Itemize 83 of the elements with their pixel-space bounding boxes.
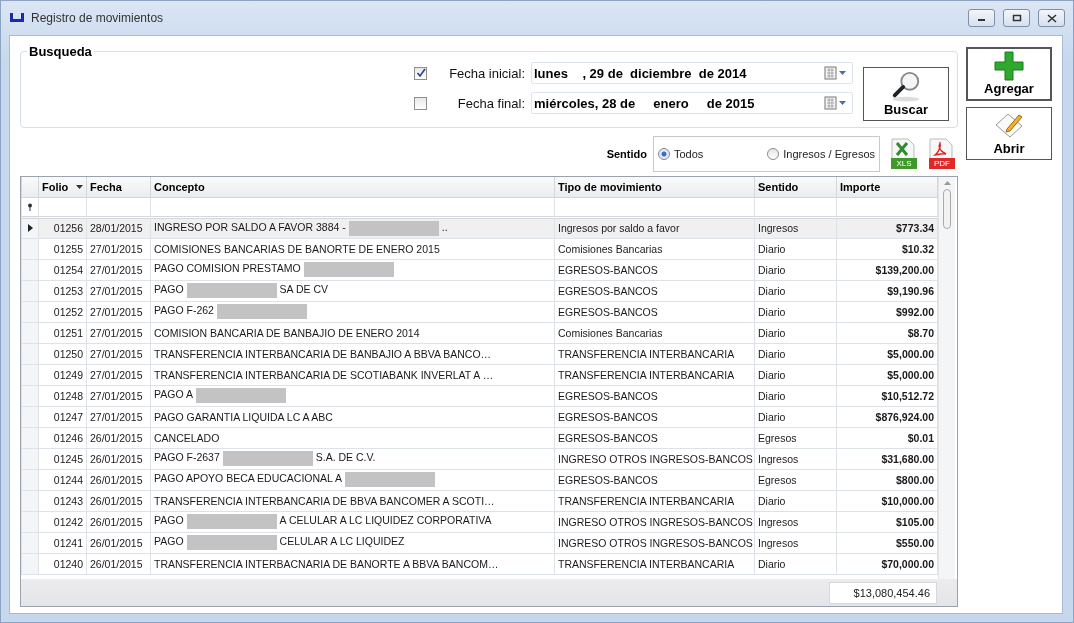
table-cell: EGRESOS-BANCOS: [554, 385, 755, 406]
vertical-scrollbar[interactable]: [938, 177, 955, 579]
table-cell: Ingresos: [754, 217, 837, 238]
radio-icon[interactable]: [767, 148, 780, 160]
table-cell: TRANSFERENCIA INTERBANCARIA: [554, 364, 755, 385]
table-cell: EGRESOS-BANCOS: [554, 406, 755, 427]
calendar-dropdown-icon[interactable]: [824, 66, 848, 80]
concept-text: COMISIONES BANCARIAS DE BANORTE DE ENERO 2015: [154, 242, 440, 255]
sort-caret-icon: [76, 184, 83, 189]
concept-text: ..: [441, 220, 448, 233]
total-amount: $13,080,454.46: [829, 581, 937, 604]
table-cell: 01256: [38, 217, 87, 238]
concept-text: PAGO: [154, 514, 184, 527]
window-title: Registro de movimientos: [31, 11, 165, 25]
table-cell: EGRESOS-BANCOS: [554, 301, 755, 322]
group-title: Busqueda: [28, 44, 93, 59]
table-cell: TRANSFERENCIA INTERBANCARIA: [554, 553, 755, 574]
concept-text: PAGO APOYO BECA EDUCACIONAL A: [154, 472, 342, 485]
concept-text: A CELULAR A LC LIQUIDEZ CORPORATIVA: [279, 514, 492, 527]
concept-text: TRANSFERENCIA INTERBANCARIA DE BBVA BANCOMER A SCOTI…: [154, 494, 495, 507]
close-button[interactable]: [1038, 9, 1065, 27]
concept-text: PAGO: [154, 535, 184, 548]
concept-text: TRANSFERENCIA INTERBACNARIA DE BANORTE A BBVA BANCOM…: [154, 557, 499, 570]
date-label: Fecha inicial:: [448, 65, 525, 81]
concept-text: TRANSFERENCIA INTERBANCARIA DE BANBAJIO A BBVA BANCO…: [154, 347, 492, 360]
table-cell: EGRESOS-BANCOS: [554, 259, 755, 280]
table-cell: TRANSFERENCIA INTERBANCARIA: [554, 343, 755, 364]
minimize-button[interactable]: [968, 9, 995, 27]
table-cell: INGRESO OTROS INGRESOS-BANCOS: [554, 532, 755, 553]
table-cell: EGRESOS-BANCOS: [554, 469, 755, 490]
open-button[interactable]: Abrir: [966, 107, 1052, 160]
concept-text: TRANSFERENCIA INTERBANCARIA DE SCOTIABANK INVERLAT A …: [154, 368, 494, 381]
date-checkbox[interactable]: [414, 66, 427, 80]
concept-text: PAGO: [154, 283, 184, 296]
column-header[interactable]: Importe: [836, 177, 938, 197]
column-header[interactable]: Concepto: [150, 177, 555, 197]
date-checkbox[interactable]: [414, 96, 427, 110]
table-cell: $773.34: [836, 217, 938, 238]
column-header[interactable]: Tipo de movimiento: [554, 177, 755, 197]
table-cell: Comisiones Bancarias: [554, 238, 755, 259]
concept-text: SA DE CV: [279, 283, 328, 296]
table-cell: INGRESO OTROS INGRESOS-BANCOS: [554, 448, 755, 469]
table-cell: 28/01/2015: [86, 217, 151, 238]
excel-export-button[interactable]: XLS: [890, 138, 918, 170]
table-cell: Ingresos por saldo a favor: [554, 217, 755, 238]
date-label: Fecha final:: [456, 95, 525, 111]
row-indicator[interactable]: [21, 217, 39, 238]
search-button[interactable]: Buscar: [863, 67, 949, 121]
date-picker-field[interactable]: miércoles, 28 de enero de 2015: [531, 92, 853, 114]
scrollbar-thumb[interactable]: [943, 189, 951, 229]
table-cell: EGRESOS-BANCOS: [554, 427, 755, 448]
column-header[interactable]: Fecha: [86, 177, 151, 197]
concept-text: CANCELADO: [154, 431, 220, 444]
table-cell: EGRESOS-BANCOS: [554, 280, 755, 301]
app-logo-icon: [9, 12, 25, 24]
concept-text: INGRESO POR SALDO A FAVOR 3884 -: [154, 220, 346, 233]
concept-text: S.A. DE C.V.: [315, 451, 376, 464]
direction-label: Sentido: [606, 148, 647, 160]
concept-text: PAGO F-2637: [154, 451, 220, 464]
concept-text: PAGO A: [154, 388, 193, 401]
calendar-dropdown-icon[interactable]: [824, 96, 848, 110]
maximize-button[interactable]: [1003, 9, 1030, 27]
concept-text: CELULAR A LC LIQUIDEZ: [279, 535, 405, 548]
date-picker-field[interactable]: lunes , 29 de diciembre de 2014: [531, 62, 853, 84]
concept-text: PAGO F-262: [154, 304, 214, 317]
add-button[interactable]: Agregar: [966, 47, 1052, 101]
pdf-export-button[interactable]: PDF: [928, 138, 956, 170]
maximize-icon: [1011, 14, 1022, 22]
close-icon: [1046, 13, 1057, 23]
plus-icon: [994, 51, 1024, 81]
direction-radio[interactable]: Ingresos / Egresos: [767, 148, 875, 160]
table-cell: Comisiones Bancarias: [554, 322, 755, 343]
filter-pin-icon: [27, 202, 33, 211]
column-header[interactable]: Sentido: [754, 177, 837, 197]
table-cell: INGRESO OTROS INGRESOS-BANCOS: [554, 511, 755, 532]
direction-radio[interactable]: Todos: [658, 148, 704, 160]
column-header[interactable]: Folio: [38, 177, 87, 197]
concept-text: PAGO GARANTIA LIQUIDA LC A ABC: [154, 410, 333, 423]
table-cell: TRANSFERENCIA INTERBANCARIA: [554, 490, 755, 511]
concept-text: COMISION BANCARIA DE BANBAJIO DE ENERO 2014: [154, 326, 420, 339]
concept-text: PAGO COMISION PRESTAMO: [154, 262, 301, 275]
radio-icon[interactable]: [658, 148, 670, 160]
scroll-up-icon[interactable]: [943, 181, 951, 185]
